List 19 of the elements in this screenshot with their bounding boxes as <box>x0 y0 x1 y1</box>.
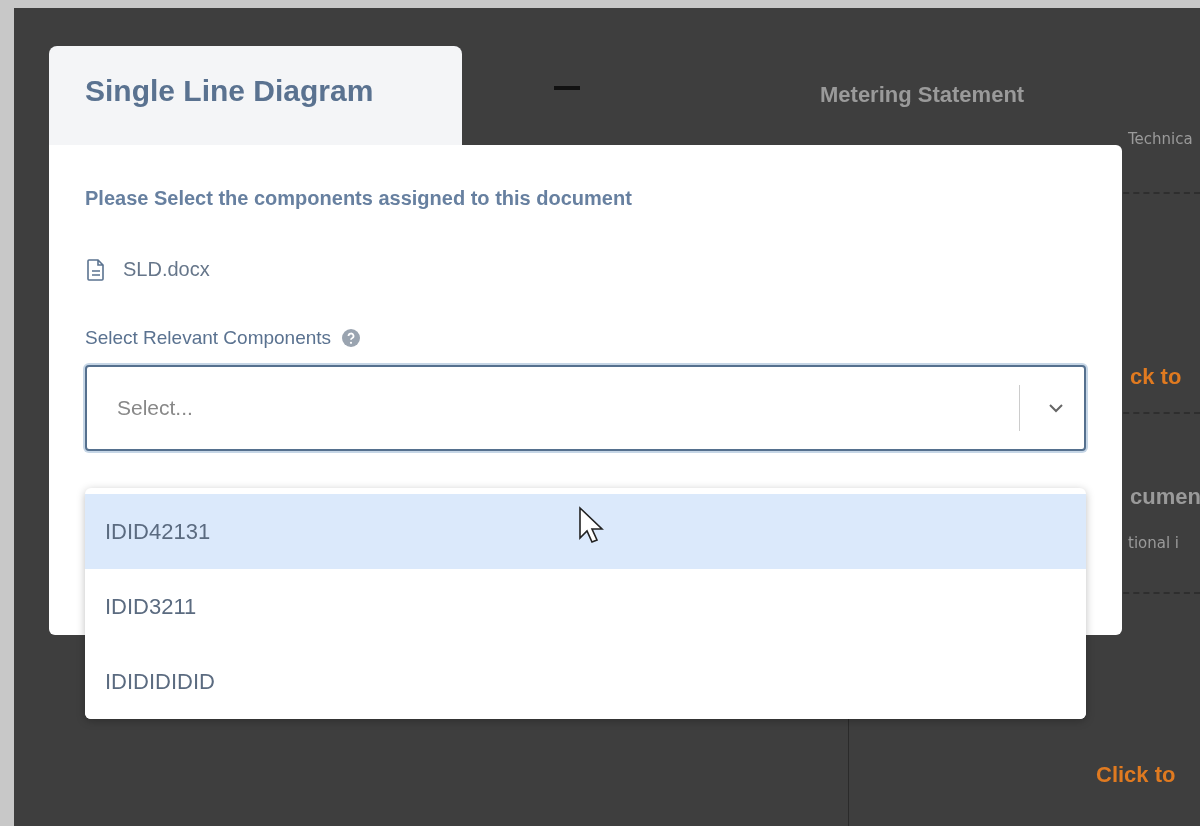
section-text: Technica <box>1128 130 1194 148</box>
section-text: tional i <box>1128 534 1181 552</box>
help-icon[interactable] <box>341 328 362 348</box>
file-name: SLD.docx <box>123 258 210 281</box>
dropdown-option[interactable]: IDIDIDIDID <box>85 644 1086 719</box>
dropdown-option[interactable]: IDID3211 <box>85 569 1086 644</box>
minimize-icon[interactable] <box>554 85 580 90</box>
dropdown-option[interactable]: IDID42131 <box>85 494 1086 569</box>
mouse-pointer-icon <box>578 506 604 544</box>
modal-heading: Please Select the components assigned to this document <box>85 187 633 210</box>
select-field[interactable]: Select... <box>85 365 1086 451</box>
section-title: Metering Statement <box>820 82 1026 108</box>
chevron-down-icon[interactable] <box>1048 403 1064 413</box>
field-label: Select Relevant Components <box>85 327 332 349</box>
upload-link[interactable]: ck to <box>1130 364 1200 390</box>
document-icon <box>87 258 105 281</box>
modal-tab[interactable]: Single Line Diagram <box>49 46 462 145</box>
section-title: cumen <box>1130 484 1200 510</box>
upload-link[interactable]: Click to <box>1096 762 1200 788</box>
